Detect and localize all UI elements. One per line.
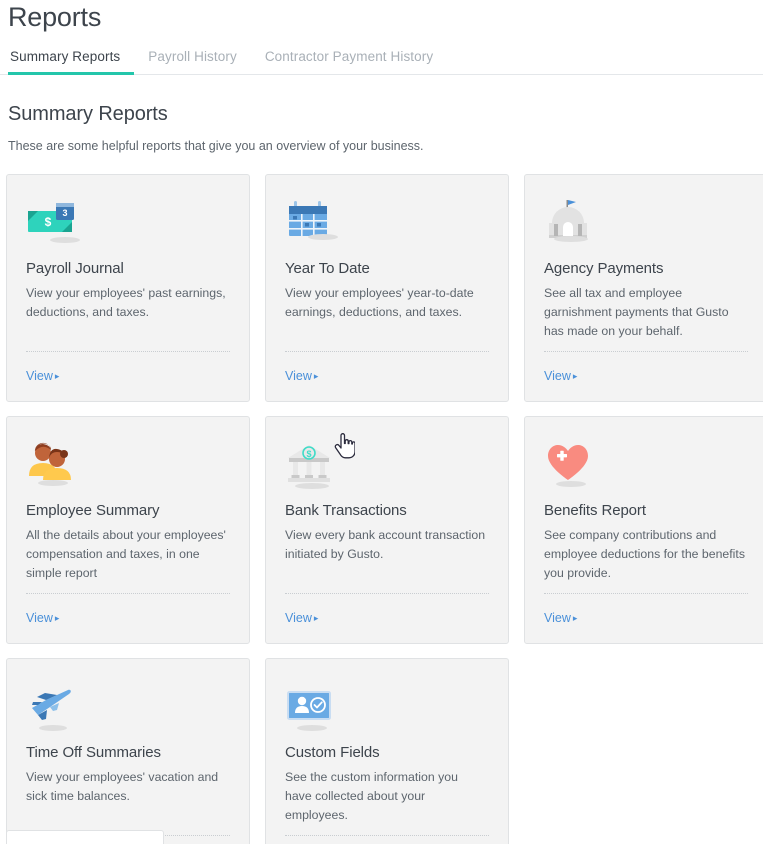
divider — [26, 351, 230, 352]
report-card-description: See the custom information you have coll… — [285, 770, 458, 822]
report-card-title: Year To Date — [285, 260, 370, 277]
divider — [285, 593, 489, 594]
caret-right-icon: ▸ — [572, 371, 578, 381]
report-card-description: View your employees' past earnings, dedu… — [26, 286, 226, 319]
view-link-benefits-report[interactable]: View ▸ — [544, 611, 577, 626]
tab-contractor-payment-history[interactable]: Contractor Payment History — [251, 42, 447, 74]
tab-summary-reports[interactable]: Summary Reports — [8, 42, 135, 75]
view-link-label: View — [544, 611, 571, 625]
svg-text:3: 3 — [62, 208, 67, 218]
divider — [544, 593, 748, 594]
report-card-time-off-summaries[interactable]: Time Off Summaries View your employees' … — [6, 658, 250, 844]
view-link-bank-transactions[interactable]: View ▸ — [285, 611, 318, 626]
view-link-year-to-date[interactable]: View ▸ — [285, 369, 318, 384]
view-link-employee-summary[interactable]: View ▸ — [26, 611, 59, 626]
reports-card-grid: $ 3 Payroll Journal View your employees'… — [0, 174, 763, 844]
report-card-bank-transactions[interactable]: $ Bank Transactions View every bank acco… — [265, 416, 509, 644]
icon-shadow — [297, 725, 327, 731]
icon-shadow — [554, 236, 588, 242]
icon-shadow — [38, 480, 68, 486]
tab-contractor-payment-history-label: Contractor Payment History — [264, 49, 434, 64]
report-card-benefits-report[interactable]: Benefits Report See company contribution… — [524, 416, 763, 644]
tab-payroll-history[interactable]: Payroll History — [134, 42, 251, 74]
tab-bar: Summary Reports Payroll History Contract… — [0, 42, 763, 75]
icon-shadow — [50, 237, 80, 243]
view-link-label: View — [285, 369, 312, 383]
report-card-title: Employee Summary — [26, 502, 160, 519]
id-card-check-icon — [285, 681, 341, 733]
report-card-agency-payments[interactable]: Agency Payments See all tax and employee… — [524, 174, 763, 402]
report-card-description: All the details about your employees' co… — [26, 528, 226, 580]
view-link-label: View — [26, 369, 53, 383]
report-card-title: Benefits Report — [544, 502, 646, 519]
caret-right-icon: ▸ — [54, 613, 60, 623]
report-card-footer: View▸ — [544, 351, 748, 385]
report-card-title: Time Off Summaries — [26, 744, 161, 761]
icon-shadow — [556, 481, 586, 487]
reports-page: Reports Summary Reports Payroll History … — [0, 0, 763, 844]
view-link-label: View — [285, 611, 312, 625]
report-card-description: View every bank account transaction init… — [285, 528, 486, 561]
report-card-custom-fields[interactable]: Custom Fields See the custom information… — [265, 658, 509, 844]
view-link-label: View — [544, 369, 571, 383]
report-card-title: Custom Fields — [285, 744, 380, 761]
tab-summary-reports-label: Summary Reports — [10, 49, 121, 64]
caret-right-icon: ▸ — [313, 613, 319, 623]
report-card-footer: View▸ — [285, 835, 489, 844]
icon-shadow — [39, 725, 67, 731]
report-card-title: Payroll Journal — [26, 260, 124, 277]
report-card-footer: View▸ — [285, 593, 489, 627]
report-card-description: View your employees' vacation and sick t… — [26, 770, 219, 803]
report-card-description: See company contributions and employee d… — [544, 528, 745, 580]
divider — [26, 593, 230, 594]
report-card-description: View your employees' year-to-date earnin… — [285, 286, 474, 319]
section-heading: Summary Reports — [8, 103, 168, 125]
report-card-footer: View▸ — [285, 351, 489, 385]
view-link-payroll-journal[interactable]: View ▸ — [26, 369, 59, 384]
section-subtitle: These are some helpful reports that give… — [8, 139, 424, 153]
caret-right-icon: ▸ — [54, 371, 60, 381]
calendar-icon — [285, 197, 341, 249]
government-building-icon — [544, 197, 600, 249]
caret-right-icon: ▸ — [313, 371, 319, 381]
svg-text:$: $ — [45, 215, 52, 229]
divider — [285, 835, 489, 836]
bank-icon: $ — [285, 439, 341, 491]
two-people-icon — [26, 439, 82, 491]
report-card-description: See all tax and employee garnishment pay… — [544, 286, 729, 338]
icon-shadow — [295, 483, 329, 489]
page-title: Reports — [8, 2, 102, 32]
report-card-employee-summary[interactable]: Employee Summary All the details about y… — [6, 416, 250, 644]
divider — [544, 351, 748, 352]
tab-payroll-history-label: Payroll History — [148, 49, 237, 64]
view-link-label: View — [26, 611, 53, 625]
report-card-year-to-date[interactable]: Year To Date View your employees' year-t… — [265, 174, 509, 402]
svg-text:$: $ — [306, 449, 311, 459]
report-card-footer: View▸ — [544, 593, 748, 627]
report-card-title: Agency Payments — [544, 260, 664, 277]
divider — [285, 351, 489, 352]
report-card-title: Bank Transactions — [285, 502, 407, 519]
icon-shadow — [308, 234, 338, 240]
report-card-footer: View▸ — [26, 593, 230, 627]
report-card-payroll-journal[interactable]: $ 3 Payroll Journal View your employees'… — [6, 174, 250, 402]
heart-cross-icon — [544, 439, 600, 491]
caret-right-icon: ▸ — [572, 613, 578, 623]
view-link-agency-payments[interactable]: View ▸ — [544, 369, 577, 384]
airplane-icon — [26, 681, 82, 733]
report-card-footer: View▸ — [26, 351, 230, 385]
offscreen-panel-edge — [6, 830, 164, 844]
money-bill-calendar-icon: $ 3 — [26, 197, 82, 249]
